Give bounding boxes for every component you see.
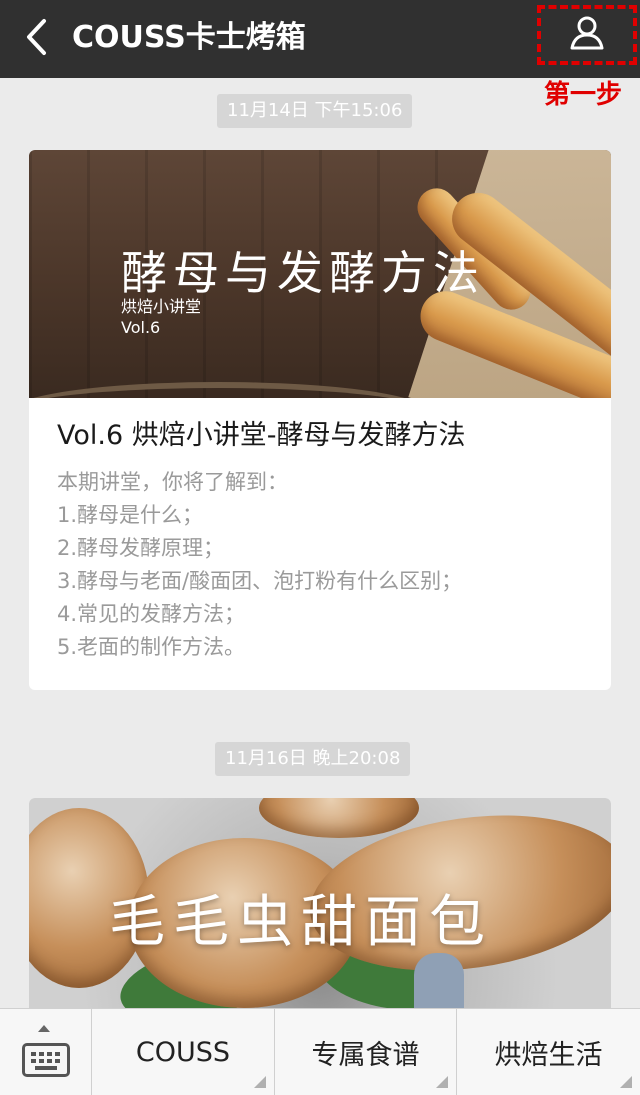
submenu-indicator-icon xyxy=(436,1076,448,1088)
bottom-menu-bar: COUSS 专属食谱 烘焙生活 xyxy=(0,1008,640,1095)
menu-item-baking-life[interactable]: 烘焙生活 xyxy=(457,1009,640,1095)
description-line: 本期讲堂，你将了解到： xyxy=(57,470,288,494)
basket-rim xyxy=(29,382,429,398)
bread-roll xyxy=(259,798,419,838)
article-description: 本期讲堂，你将了解到： 1.酵母是什么； 2.酵母发酵原理； 3.酵母与老面/酸… xyxy=(57,466,597,664)
step-annotation: 第一步 xyxy=(544,80,623,110)
article-cover-image: 酵母与发酵方法 烘焙小讲堂 Vol.6 xyxy=(29,150,611,398)
description-line: 1.酵母是什么； xyxy=(57,503,204,527)
profile-button[interactable] xyxy=(537,5,637,65)
chevron-left-icon xyxy=(24,17,48,61)
top-bar: COUSS卡士烤箱 xyxy=(0,0,640,78)
message-timestamp: 11月14日 下午15:06 xyxy=(217,94,413,128)
cover-subtitle: 烘焙小讲堂 xyxy=(121,297,202,316)
menu-item-recipes[interactable]: 专属食谱 xyxy=(275,1009,457,1095)
menu-item-label: 烘焙生活 xyxy=(494,1040,603,1071)
page-title: COUSS卡士烤箱 xyxy=(72,20,306,55)
submenu-indicator-icon xyxy=(620,1076,632,1088)
back-button[interactable] xyxy=(16,19,56,59)
description-line: 3.酵母与老面/酸面团、泡打粉有什么区别； xyxy=(57,569,463,593)
menu-item-label: 专属食谱 xyxy=(311,1040,420,1071)
menu-item-couss[interactable]: COUSS xyxy=(92,1009,275,1095)
article-title[interactable]: Vol.6 烘焙小讲堂-酵母与发酵方法 xyxy=(57,416,597,456)
article-card[interactable]: 酵母与发酵方法 烘焙小讲堂 Vol.6 Vol.6 烘焙小讲堂-酵母与发酵方法 … xyxy=(29,150,611,690)
keyboard-toggle-button[interactable] xyxy=(0,1009,92,1095)
caret-up-icon xyxy=(38,1025,50,1032)
person-icon xyxy=(568,14,606,56)
cover-volume: Vol.6 xyxy=(121,318,161,337)
description-line: 5.老面的制作方法。 xyxy=(57,635,246,659)
cover-title: 毛毛虫甜面包 xyxy=(109,890,493,955)
description-line: 2.酵母发酵原理； xyxy=(57,536,225,560)
menu-item-label: COUSS xyxy=(135,1037,231,1068)
cover-title: 酵母与发酵方法 xyxy=(121,246,485,300)
keyboard-icon xyxy=(22,1043,70,1077)
article-cover-image: 毛毛虫甜面包 xyxy=(29,798,611,1018)
description-line: 4.常见的发酵方法； xyxy=(57,602,246,626)
article-card[interactable]: 毛毛虫甜面包 xyxy=(29,798,611,1018)
submenu-indicator-icon xyxy=(254,1076,266,1088)
message-timestamp: 11月16日 晚上20:08 xyxy=(215,742,411,776)
